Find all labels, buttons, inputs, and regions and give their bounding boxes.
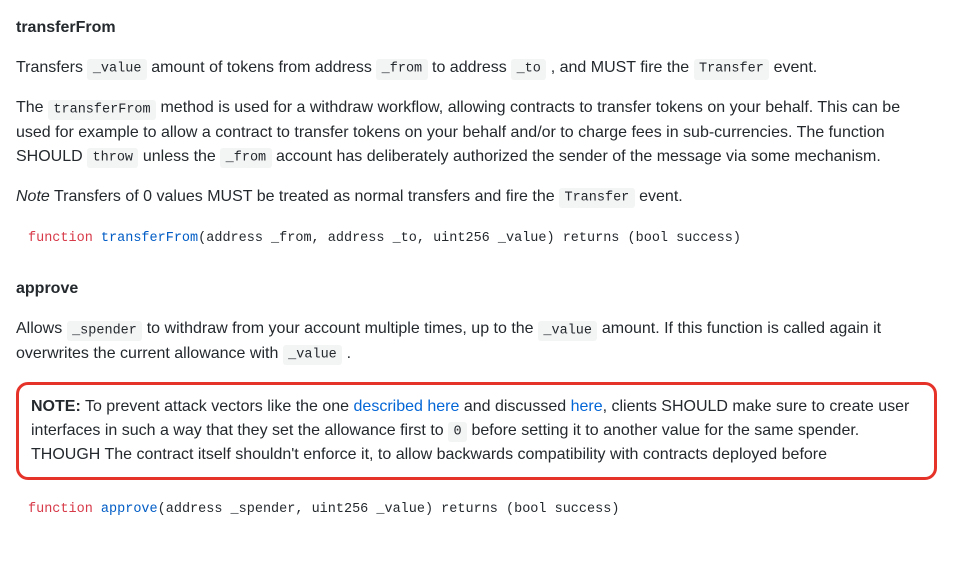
- transferfrom-paragraph-3: Note Transfers of 0 values MUST be treat…: [16, 185, 937, 209]
- function-name: transferFrom: [101, 231, 198, 246]
- text: account has deliberately authorized the …: [272, 148, 881, 165]
- text: The: [16, 99, 48, 116]
- inline-code-value: _value: [283, 345, 342, 365]
- inline-code-transferfrom: transferFrom: [48, 100, 156, 120]
- inline-code-from: _from: [376, 59, 427, 79]
- text: .: [342, 345, 351, 362]
- text: Allows: [16, 320, 67, 337]
- text: event.: [769, 59, 817, 76]
- link-here[interactable]: here: [571, 398, 603, 415]
- transferfrom-paragraph-1: Transfers _value amount of tokens from a…: [16, 56, 937, 80]
- inline-code-value: _value: [87, 59, 146, 79]
- text: Transfers of 0 values MUST be treated as…: [50, 188, 559, 205]
- note-paragraph: NOTE: To prevent attack vectors like the…: [31, 395, 922, 467]
- text: unless the: [138, 148, 220, 165]
- section-heading-transferfrom: transferFrom: [16, 16, 937, 40]
- italic-note: Note: [16, 188, 50, 205]
- text: to address: [428, 59, 512, 76]
- text: amount of tokens from address: [147, 59, 376, 76]
- inline-code-zero: 0: [448, 422, 467, 442]
- code-signature: (address _spender, uint256 _value) retur…: [158, 502, 620, 517]
- note-label: NOTE:: [31, 398, 81, 415]
- code-block-transferfrom: function transferFrom(address _from, add…: [16, 225, 937, 253]
- inline-code-throw: throw: [87, 148, 138, 168]
- inline-code-spender: _spender: [67, 321, 143, 341]
- keyword-function: function: [28, 502, 93, 517]
- code-block-approve: function approve(address _spender, uint2…: [16, 496, 937, 524]
- inline-code-to: _to: [511, 59, 546, 79]
- function-name: approve: [101, 502, 158, 517]
- transferfrom-paragraph-2: The transferFrom method is used for a wi…: [16, 96, 937, 169]
- text: event.: [635, 188, 683, 205]
- text: to withdraw from your account multiple t…: [142, 320, 538, 337]
- code-signature: (address _from, address _to, uint256 _va…: [198, 231, 741, 246]
- note-callout: NOTE: To prevent attack vectors like the…: [16, 382, 937, 480]
- section-heading-approve: approve: [16, 277, 937, 301]
- inline-code-transfer: Transfer: [559, 188, 635, 208]
- approve-paragraph-1: Allows _spender to withdraw from your ac…: [16, 317, 937, 366]
- link-described-here[interactable]: described here: [354, 398, 460, 415]
- text: To prevent attack vectors like the one: [81, 398, 354, 415]
- text: Transfers: [16, 59, 87, 76]
- text: , and MUST fire the: [546, 59, 693, 76]
- inline-code-transfer: Transfer: [694, 59, 770, 79]
- inline-code-from: _from: [220, 148, 271, 168]
- keyword-function: function: [28, 231, 93, 246]
- inline-code-value: _value: [538, 321, 597, 341]
- text: and discussed: [459, 398, 570, 415]
